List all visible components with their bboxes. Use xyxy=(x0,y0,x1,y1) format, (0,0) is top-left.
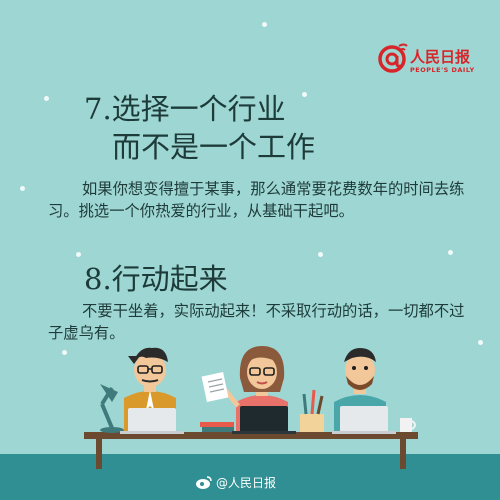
laptop-middle-icon xyxy=(232,406,296,434)
books-icon xyxy=(200,422,234,432)
pencil-holder-icon xyxy=(300,389,324,432)
logo-name: 人民日报 xyxy=(410,48,471,66)
laptop-left-icon xyxy=(120,408,184,434)
at-sign-icon xyxy=(378,43,408,73)
snow-dot xyxy=(20,186,25,191)
weibo-icon xyxy=(196,476,212,489)
mug-icon xyxy=(400,418,416,432)
snow-dot xyxy=(318,252,323,257)
desk-lamp-icon xyxy=(100,384,124,433)
weibo-watermark: @人民日报 xyxy=(196,474,276,491)
snow-dot xyxy=(76,252,81,257)
logo-subtitle: PEOPLE'S DAILY xyxy=(410,66,475,74)
tip8-title: 8.行动起来 xyxy=(84,262,228,296)
snow-dot xyxy=(302,92,307,97)
laptop-right-icon xyxy=(332,406,396,434)
tip7-body: 如果你想变得擅于某事，那么通常要花费数年的时间去练习。挑选一个你热爱的行业，从基… xyxy=(48,180,465,220)
snow-dot xyxy=(44,96,49,101)
snow-dot xyxy=(448,250,453,255)
tip7-title-line2: 而不是一个工作 xyxy=(112,130,316,164)
watermark-text: @人民日报 xyxy=(216,476,277,490)
snow-dot xyxy=(262,22,267,27)
tip7-title-line1: 7.选择一个行业 xyxy=(84,92,286,126)
tip8-body: 不要干坐着，实际动起来！不采取行动的话，一切都不过子虚乌有。 xyxy=(48,302,465,342)
